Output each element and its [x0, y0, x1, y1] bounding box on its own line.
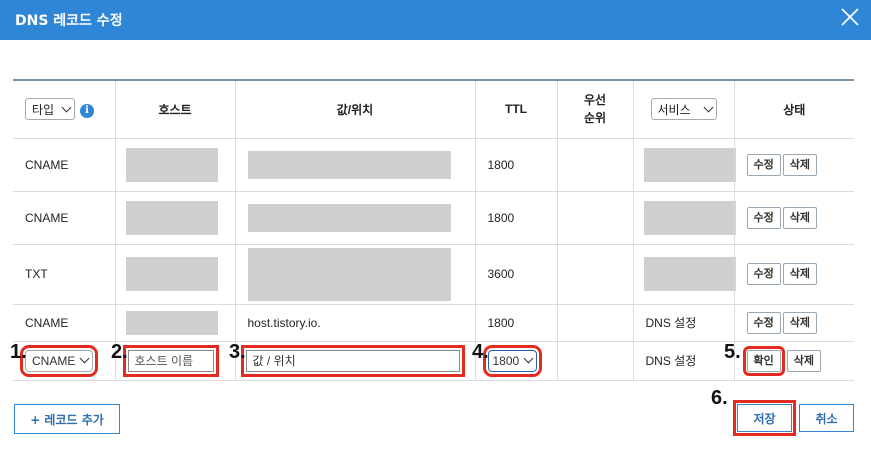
- info-icon[interactable]: i: [80, 103, 94, 118]
- host-cell: [114, 138, 235, 192]
- record-type: CNAME: [13, 304, 115, 342]
- priority-header: 우선 순위: [556, 80, 633, 139]
- status-cell: 수정 삭제: [733, 244, 854, 305]
- redacted-value: [247, 247, 451, 301]
- record-ttl: 1800: [474, 191, 557, 245]
- table-row: TXT 3600 수정 삭제: [13, 244, 854, 305]
- host-input-placeholder: 호스트 이름: [134, 354, 194, 368]
- record-type: TXT: [13, 244, 115, 305]
- edit-button[interactable]: 수정: [746, 153, 781, 176]
- host-cell: [114, 191, 235, 245]
- redacted-service: [643, 200, 736, 235]
- type-header: 타입 i: [13, 80, 115, 139]
- edit-button[interactable]: 수정: [746, 206, 781, 229]
- priority-cell: [556, 138, 633, 192]
- ttl-header: TTL: [474, 80, 557, 139]
- redacted-service: [643, 147, 736, 182]
- record-type: CNAME: [13, 191, 115, 245]
- service-cell: [632, 191, 736, 245]
- delete-button[interactable]: 삭제: [782, 153, 817, 176]
- step-number: 3.: [229, 341, 246, 363]
- type-select[interactable]: CNAME: [19, 344, 99, 377]
- edit-status-cell: 확인 삭제: [733, 341, 854, 381]
- table-row: CNAME 1800 수정 삭제: [13, 138, 854, 192]
- status-cell: 수정 삭제: [733, 138, 854, 192]
- status-cell: 수정 삭제: [733, 304, 854, 342]
- dns-record-table: 타입 i 호스트 값/위치 TTL 우선 순위 서비스 상태 CNAME 180…: [13, 79, 854, 381]
- host-input[interactable]: 호스트 이름: [122, 344, 219, 377]
- chevron-down-icon: [79, 353, 90, 364]
- record-type: CNAME: [13, 138, 115, 192]
- redacted-host: [125, 200, 218, 235]
- record-value: host.tistory.io.: [234, 304, 475, 342]
- table-row: CNAME host.tistory.io. 1800 DNS 설정 수정 삭제: [13, 304, 854, 342]
- step-number: 4.: [472, 341, 489, 363]
- edit-value-cell: 값 / 위치: [234, 341, 475, 381]
- type-filter-label: 타입: [32, 102, 55, 117]
- value-input-placeholder: 값 / 위치: [252, 354, 296, 368]
- redacted-service: [643, 257, 736, 291]
- step-number: 5.: [724, 341, 741, 363]
- record-ttl: 1800: [474, 138, 557, 192]
- service-cell: [632, 244, 736, 305]
- chevron-down-icon: [523, 353, 534, 364]
- priority-cell: [556, 341, 633, 381]
- host-cell: [114, 244, 235, 305]
- add-record-button[interactable]: + 레코드 추가: [14, 404, 120, 434]
- step-number: 1.: [10, 341, 27, 363]
- dialog-titlebar: DNS 레코드 수정: [0, 0, 871, 40]
- ttl-select[interactable]: 1800: [482, 344, 543, 377]
- redacted-host: [125, 257, 218, 291]
- value-header: 값/위치: [234, 80, 475, 139]
- service-cell: [632, 138, 736, 192]
- status-header: 상태: [733, 80, 854, 139]
- redacted-host: [125, 310, 218, 335]
- save-button[interactable]: 저장: [733, 400, 796, 436]
- service-filter-label: 서비스: [657, 102, 691, 117]
- delete-button[interactable]: 삭제: [786, 349, 821, 372]
- edit-type-cell: CNAME: [13, 341, 115, 381]
- dialog-title: DNS 레코드 수정: [15, 13, 123, 29]
- value-cell: [234, 191, 475, 245]
- table-header-row: 타입 i 호스트 값/위치 TTL 우선 순위 서비스 상태: [13, 80, 854, 139]
- priority-cell: [556, 304, 633, 342]
- type-filter-select[interactable]: 타입: [25, 98, 75, 121]
- chevron-down-icon: [703, 102, 713, 113]
- confirm-button[interactable]: 확인: [742, 345, 785, 376]
- chevron-down-icon: [61, 102, 72, 113]
- close-icon[interactable]: [839, 6, 861, 28]
- delete-button[interactable]: 삭제: [782, 263, 817, 285]
- type-select-value: CNAME: [32, 353, 76, 368]
- status-cell: 수정 삭제: [733, 191, 854, 245]
- edit-host-cell: 호스트 이름: [114, 341, 235, 381]
- host-header: 호스트: [114, 80, 235, 139]
- step-number: 2.: [111, 341, 128, 363]
- delete-button[interactable]: 삭제: [782, 311, 817, 334]
- record-service: DNS 설정: [632, 304, 734, 342]
- cancel-button[interactable]: 취소: [799, 404, 854, 432]
- service-header: 서비스: [632, 80, 734, 139]
- redacted-host: [125, 147, 218, 182]
- priority-cell: [556, 244, 633, 305]
- edit-service: DNS 설정: [632, 341, 734, 381]
- host-cell: [114, 304, 235, 342]
- record-ttl: 1800: [474, 304, 557, 342]
- step-number: 6.: [711, 387, 728, 409]
- value-cell: [234, 244, 475, 305]
- edit-button[interactable]: 수정: [746, 311, 781, 334]
- edit-button[interactable]: 수정: [746, 263, 781, 285]
- ttl-select-value: 1800: [492, 353, 520, 368]
- redacted-value: [247, 150, 451, 179]
- delete-button[interactable]: 삭제: [782, 206, 817, 229]
- table-row: CNAME 1800 수정 삭제: [13, 191, 854, 245]
- priority-cell: [556, 191, 633, 245]
- service-filter-select[interactable]: 서비스: [650, 98, 717, 121]
- record-ttl: 3600: [474, 244, 557, 305]
- redacted-value: [247, 203, 451, 232]
- value-input[interactable]: 값 / 위치: [240, 344, 465, 377]
- value-cell: [234, 138, 475, 192]
